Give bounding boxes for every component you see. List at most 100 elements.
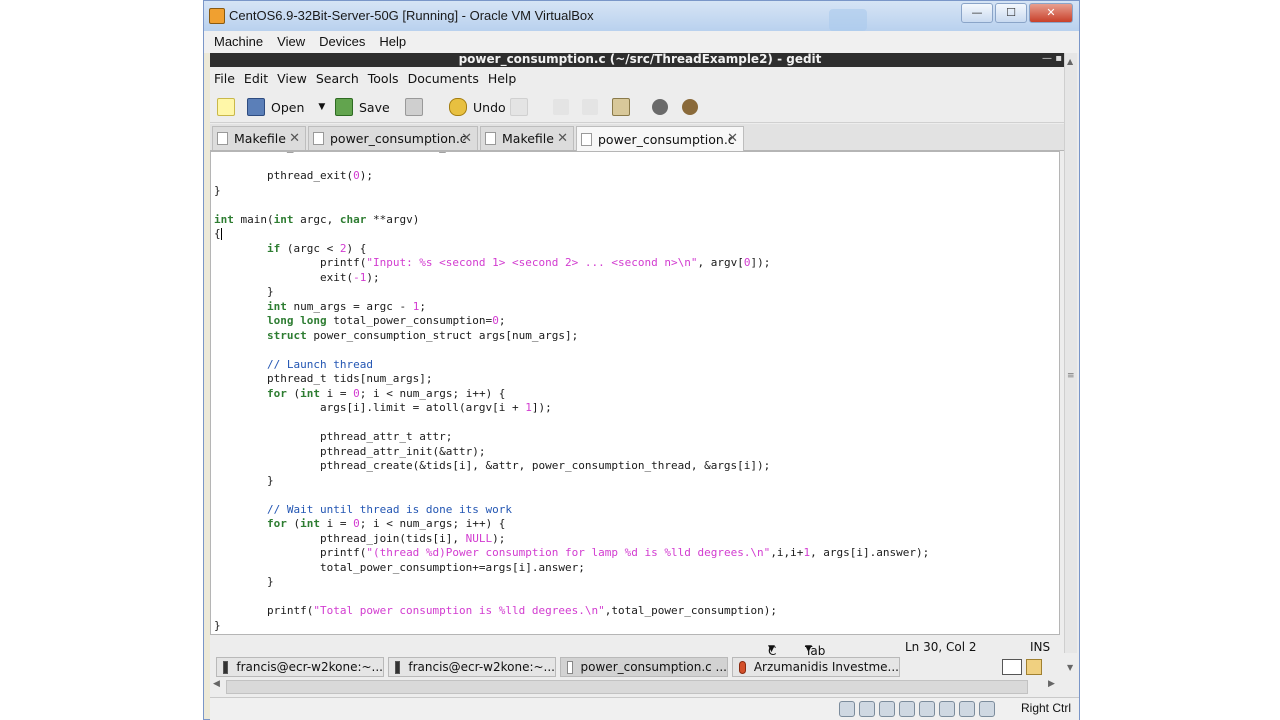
task-label: power_consumption.c ...: [580, 660, 727, 674]
display-icon[interactable]: [919, 701, 935, 717]
task-label: francis@ecr-w2kone:~...: [408, 660, 555, 674]
chevron-down-icon[interactable]: ▼: [318, 102, 325, 112]
minimize-button[interactable]: —: [961, 3, 993, 23]
taskbar-item-gedit[interactable]: power_consumption.c ...: [560, 657, 728, 677]
undo-icon: [449, 98, 467, 116]
gedit-statusbar: C ▼ Tab Width: 8 ▼ Ln 30, Col 2 INS: [210, 636, 1062, 686]
new-button[interactable]: [217, 96, 241, 118]
close-icon[interactable]: ✕: [461, 131, 472, 146]
insert-mode: INS: [1030, 640, 1051, 654]
tab-label: power_consumption.c: [598, 131, 735, 147]
device-status-icons: [835, 701, 995, 717]
print-button[interactable]: [405, 96, 429, 118]
code-text[interactable]: arg_struct *answer = power_consumption; …: [214, 152, 929, 633]
horizontal-scrollbar[interactable]: ◀ ▶: [210, 678, 1062, 694]
print-icon: [405, 98, 423, 116]
save-button[interactable]: Save: [335, 96, 390, 118]
menu-view[interactable]: View: [277, 71, 307, 86]
gedit-menubar: File Edit View Search Tools Documents Help: [210, 67, 1070, 91]
cut-button[interactable]: [553, 96, 575, 118]
taskbar-item-terminal-1[interactable]: francis@ecr-w2kone:~...: [216, 657, 384, 677]
chevron-down-icon: ▼: [768, 644, 775, 654]
scroll-up-arrow-icon[interactable]: ▲: [1067, 57, 1073, 66]
cut-icon: [553, 99, 569, 115]
close-icon[interactable]: ✕: [727, 131, 738, 146]
chevron-down-icon: ▼: [805, 644, 812, 654]
menu-machine[interactable]: Machine: [214, 34, 263, 49]
document-icon: [313, 132, 324, 145]
maximize-button[interactable]: ☐: [995, 3, 1027, 23]
scroll-left-arrow-icon[interactable]: ◀: [213, 679, 220, 689]
tab-label: Makefile: [502, 131, 554, 146]
taskbar-item-firefox[interactable]: Arzumanidis Investme...: [732, 657, 900, 677]
menu-documents[interactable]: Documents: [408, 71, 479, 86]
close-icon[interactable]: ✕: [557, 131, 568, 146]
hard-disk-icon[interactable]: [839, 701, 855, 717]
titlebar-blur-artifact: [829, 9, 867, 31]
close-button[interactable]: ✕: [1029, 3, 1073, 23]
tab-label: Makefile: [234, 131, 286, 146]
copy-button[interactable]: [582, 96, 604, 118]
menu-devices[interactable]: Devices: [319, 34, 365, 49]
gedit-titlebar[interactable]: power_consumption.c (~/src/ThreadExample…: [210, 52, 1070, 67]
show-desktop-icon[interactable]: [1002, 659, 1022, 675]
virtualbox-app-icon: [209, 8, 225, 24]
terminal-icon: [395, 660, 401, 674]
code-editor[interactable]: arg_struct *answer = power_consumption; …: [210, 151, 1060, 635]
mouse-integration-icon[interactable]: [979, 701, 995, 717]
menu-edit[interactable]: Edit: [244, 71, 268, 86]
menu-search[interactable]: Search: [316, 71, 359, 86]
task-label: Arzumanidis Investme...: [753, 660, 899, 674]
menu-help[interactable]: Help: [488, 71, 517, 86]
tab-label: power_consumption.c: [330, 131, 467, 146]
undo-label: Undo: [473, 99, 506, 115]
scroll-down-arrow-icon[interactable]: ▼: [1067, 663, 1073, 672]
tab-power-consumption-1[interactable]: power_consumption.c ✕: [308, 126, 478, 150]
network-icon[interactable]: [939, 701, 955, 717]
task-label: francis@ecr-w2kone:~...: [236, 660, 383, 674]
find-button[interactable]: [652, 96, 674, 118]
vertical-scrollbar[interactable]: ▲ ≡ ▼: [1064, 53, 1077, 672]
guest-taskbar: francis@ecr-w2kone:~... francis@ecr-w2ko…: [210, 656, 1062, 678]
window-controls: — ☐ ✕: [959, 3, 1073, 23]
folder-open-icon: [247, 98, 265, 116]
gedit-icon: [567, 660, 573, 674]
tab-makefile-2[interactable]: Makefile ✕: [480, 126, 574, 150]
notes-icon[interactable]: [1026, 659, 1042, 675]
gedit-window-controls[interactable]: — ▪: [1042, 53, 1062, 64]
shared-folder-icon[interactable]: [899, 701, 915, 717]
document-icon: [581, 132, 592, 146]
virtualbox-titlebar[interactable]: CentOS6.9-32Bit-Server-50G [Running] - O…: [204, 1, 1079, 31]
scroll-right-arrow-icon[interactable]: ▶: [1048, 679, 1055, 689]
find-replace-button[interactable]: [682, 96, 704, 118]
taskbar-item-terminal-2[interactable]: francis@ecr-w2kone:~...: [388, 657, 556, 677]
menu-tools[interactable]: Tools: [368, 71, 399, 86]
guest-screen[interactable]: power_consumption.c (~/src/ThreadExample…: [210, 52, 1079, 720]
menu-help[interactable]: Help: [379, 34, 406, 49]
scroll-grip-icon[interactable]: ≡: [1067, 371, 1075, 381]
open-button[interactable]: Open ▼: [247, 96, 325, 118]
save-icon: [335, 98, 353, 116]
video-capture-icon[interactable]: [959, 701, 975, 717]
host-key-label: Right Ctrl: [1020, 701, 1071, 715]
tab-makefile-1[interactable]: Makefile ✕: [212, 126, 306, 150]
undo-button[interactable]: Undo: [449, 96, 506, 118]
menu-view[interactable]: View: [277, 34, 305, 49]
terminal-icon: [223, 660, 229, 674]
redo-button[interactable]: [510, 96, 534, 118]
document-tabs: Makefile ✕ power_consumption.c ✕ Makefile ✕…: [210, 124, 1070, 151]
menu-file[interactable]: File: [214, 71, 235, 86]
close-icon[interactable]: ✕: [289, 131, 300, 146]
virtualbox-menubar: Machine View Devices Help: [204, 31, 1079, 53]
virtualbox-statusbar: Right Ctrl: [210, 697, 1079, 720]
virtualbox-window: CentOS6.9-32Bit-Server-50G [Running] - O…: [203, 0, 1080, 720]
tab-power-consumption-2[interactable]: power_consumption.c ✕: [576, 126, 744, 151]
optical-drive-icon[interactable]: [859, 701, 875, 717]
usb-icon[interactable]: [879, 701, 895, 717]
gedit-toolbar: Open ▼ Save Undo: [210, 91, 1070, 123]
firefox-icon: [739, 660, 746, 674]
redo-icon: [510, 98, 528, 116]
binoculars-icon: [652, 99, 668, 115]
paste-button[interactable]: [612, 96, 636, 118]
scrollbar-track[interactable]: [226, 680, 1028, 694]
